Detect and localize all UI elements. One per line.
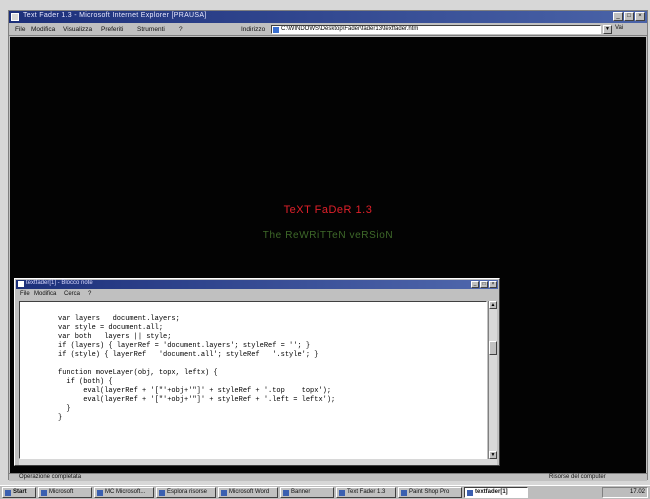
code-line: } [58, 414, 63, 422]
code-line: var style = document.all; [58, 324, 164, 332]
start-label: Start [13, 489, 27, 495]
taskbar-item[interactable]: Esplora risorse [156, 487, 216, 498]
scroll-up-icon[interactable]: ▲ [489, 301, 497, 309]
windows-logo-icon [5, 490, 11, 496]
source-menu-help[interactable]: ? [88, 291, 91, 297]
taskbar-item[interactable]: Text Fader 1.3 [336, 487, 396, 498]
scroll-down-icon[interactable]: ▼ [489, 451, 497, 459]
address-value: C:\WINDOWS\Desktop\Fader\fader13\textfad… [281, 26, 419, 32]
system-tray: 17.02 [602, 487, 648, 498]
vertical-scrollbar[interactable]: ▲ ▼ [488, 301, 497, 459]
app-icon [401, 490, 407, 496]
code-line: if (layers) { layerRef = 'document.layer… [58, 342, 311, 350]
source-menubar: File Modifica Cerca ? [16, 290, 498, 299]
app-icon [97, 490, 103, 496]
window-title: Text Fader 1.3 - Microsoft Internet Expl… [23, 12, 207, 19]
browser-menubar: File Modifica Visualizza Preferiti Strum… [9, 23, 647, 36]
ie-icon[interactable] [11, 13, 19, 21]
address-dropdown-icon[interactable]: ▼ [603, 25, 612, 34]
taskbar-item-label: MC Microsoft... [105, 489, 146, 495]
source-menu-search[interactable]: Cerca [64, 291, 80, 297]
menu-edit[interactable]: Modifica [31, 26, 55, 33]
maximize-icon[interactable]: □ [480, 281, 488, 288]
code-line: var layers document.layers; [58, 315, 180, 323]
address-label: Indirizzo [241, 26, 266, 33]
code-line: } [58, 405, 71, 413]
fader-title: TeXT FaDeR 1.3 [283, 204, 373, 216]
source-menu-edit[interactable]: Modifica [34, 291, 56, 297]
taskbar-item[interactable]: Microsoft [38, 487, 92, 498]
taskbar-item-label: Microsoft Word [229, 489, 270, 495]
source-menu-file[interactable]: File [20, 291, 30, 297]
code-line: if (both) { [58, 378, 113, 386]
window-controls: _ □ × [613, 12, 645, 21]
code-line: function moveLayer(obj, topx, leftx) { [58, 369, 218, 377]
minimize-icon[interactable]: _ [613, 12, 623, 21]
code-line: eval(layerRef + '["'+obj+'"]' + styleRef… [58, 387, 332, 395]
horizontal-scrollbar[interactable] [19, 459, 497, 465]
fader-subtitle: The ReWRiTTeN veRSioN [262, 230, 394, 241]
status-text: Operazione completata [19, 474, 82, 480]
taskbar-item-label: textfader[1] [475, 489, 508, 495]
menu-file[interactable]: File [15, 26, 25, 33]
code-line: if (style) { layerRef 'document.all'; st… [58, 351, 319, 359]
app-icon [41, 490, 47, 496]
source-titlebar[interactable]: textfader[1] - Blocco note _ □ × [16, 280, 498, 289]
source-window-controls: _ □ × [471, 281, 497, 288]
app-icon [159, 490, 165, 496]
taskbar-item-active[interactable]: textfader[1] [464, 487, 528, 498]
menu-favorites[interactable]: Preferiti [101, 26, 123, 33]
close-icon[interactable]: × [489, 281, 497, 288]
menu-view[interactable]: Visualizza [63, 26, 92, 33]
go-button[interactable]: Vai [615, 25, 643, 34]
taskbar-item-label: Text Fader 1.3 [347, 489, 386, 495]
status-bar: Operazione completata Risorse del comput… [9, 473, 647, 481]
browser-titlebar[interactable]: Text Fader 1.3 - Microsoft Internet Expl… [9, 11, 647, 23]
taskbar-item-label: Banner [291, 489, 311, 495]
taskbar: Start Microsoft MC Microsoft... Esplora … [0, 485, 650, 499]
taskbar-item[interactable]: Paint Shop Pro [398, 487, 462, 498]
status-zone: Risorse del computer [549, 474, 606, 480]
taskbar-item-label: Paint Shop Pro [409, 489, 450, 495]
taskbar-item[interactable]: Microsoft Word [218, 487, 278, 498]
code-line: eval(layerRef + '["'+obj+'"]' + styleRef… [58, 396, 336, 404]
app-icon [339, 490, 345, 496]
taskbar-item-label: Microsoft [49, 489, 74, 495]
taskbar-item-label: Esplora risorse [167, 489, 208, 495]
taskbar-item[interactable]: MC Microsoft... [94, 487, 154, 498]
close-icon[interactable]: × [635, 12, 645, 21]
taskbar-item[interactable]: Banner [280, 487, 334, 498]
menu-tools[interactable]: Strumenti [137, 26, 165, 33]
code-line: var both layers || style; [58, 333, 172, 341]
notepad-icon[interactable] [18, 281, 24, 287]
source-window: textfader[1] - Blocco note _ □ × File Mo… [14, 278, 500, 466]
app-icon [221, 490, 227, 496]
maximize-icon[interactable]: □ [624, 12, 634, 21]
page-icon [273, 27, 279, 33]
address-field[interactable]: C:\WINDOWS\Desktop\Fader\fader13\textfad… [271, 25, 601, 34]
app-icon [467, 490, 473, 496]
clock[interactable]: 17.02 [630, 489, 645, 495]
start-button[interactable]: Start [2, 487, 36, 498]
menu-help[interactable]: ? [179, 26, 183, 33]
screen: Text Fader 1.3 - Microsoft Internet Expl… [0, 0, 650, 499]
code-editor[interactable]: var layers document.layers; var style = … [19, 301, 487, 459]
scroll-thumb[interactable] [489, 341, 497, 355]
source-title: textfader[1] - Blocco note [26, 280, 93, 286]
minimize-icon[interactable]: _ [471, 281, 479, 288]
app-icon [283, 490, 289, 496]
